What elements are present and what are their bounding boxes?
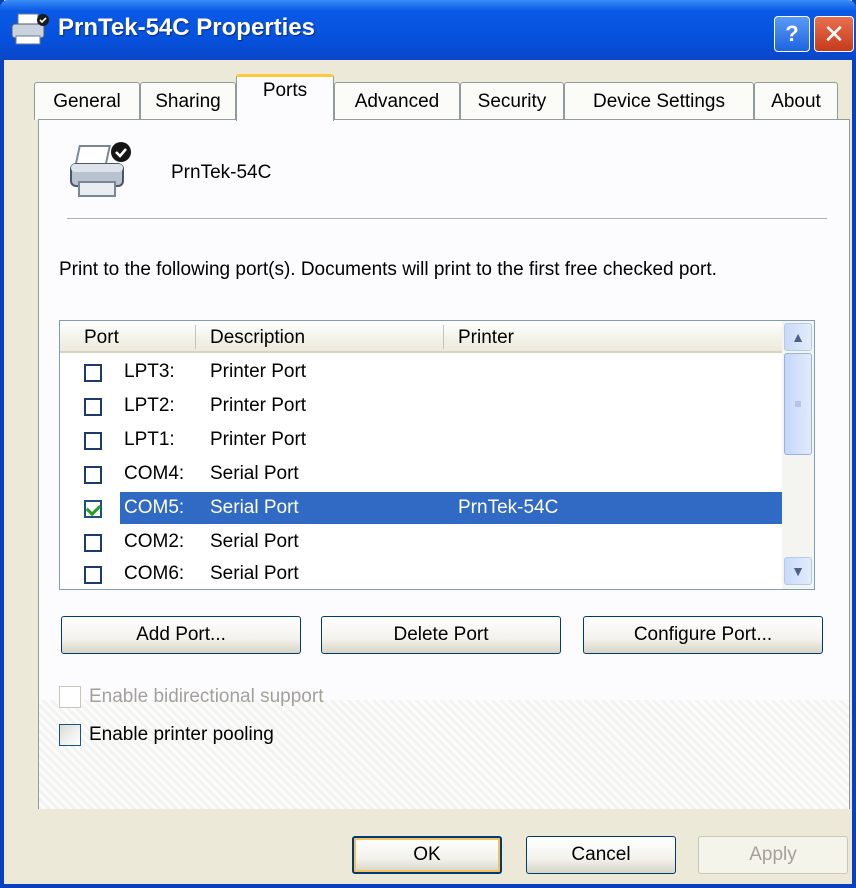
bidirectional-support-option[interactable]: Enable bidirectional support [59,686,324,708]
tab-sharing[interactable]: Sharing [140,82,236,120]
vertical-scrollbar[interactable]: ▲ ≡ ▼ [782,321,814,589]
bidirectional-label: Enable bidirectional support [89,686,324,707]
tab-about[interactable]: About [754,82,838,120]
tab-security[interactable]: Security [460,82,564,120]
port-cell: LPT1: [124,429,175,450]
column-header-description[interactable]: Description [210,327,305,349]
printer-icon [70,142,131,197]
configure-port-button[interactable]: Configure Port... [583,616,823,654]
description-cell: Serial Port [210,497,299,518]
description-cell: Printer Port [210,395,307,416]
port-cell: COM4: [124,463,185,484]
port-checkbox[interactable] [84,398,102,416]
port-cell: COM6: [124,563,185,584]
pooling-label: Enable printer pooling [89,724,274,745]
scrollbar-thumb[interactable]: ≡ [784,353,812,455]
port-checkbox-checked[interactable] [84,500,102,518]
port-checkbox[interactable] [84,566,102,584]
port-cell: LPT3: [124,361,175,382]
pooling-checkbox[interactable] [59,724,81,746]
scroll-down-icon[interactable]: ▼ [784,557,812,585]
bidirectional-checkbox[interactable] [59,686,81,708]
printer-name: PrnTek-54C [171,162,272,183]
column-separator[interactable] [443,325,444,349]
description-cell: Serial Port [210,563,299,584]
list-item[interactable]: COM4: Serial Port [60,457,782,491]
list-item[interactable]: LPT2: Printer Port [60,389,782,423]
description-cell: Serial Port [210,463,299,484]
port-checkbox[interactable] [84,432,102,450]
printer-icon [11,13,49,45]
apply-button[interactable]: Apply [698,836,848,874]
panel-texture [39,700,849,809]
close-button[interactable]: ✕ [814,16,854,52]
tab-device-settings[interactable]: Device Settings [564,82,754,120]
window-title: PrnTek-54C Properties [58,14,315,41]
delete-port-button[interactable]: Delete Port [321,616,561,654]
divider [67,218,827,219]
column-separator[interactable] [195,325,196,349]
port-cell: COM5: [124,497,185,518]
port-checkbox[interactable] [84,466,102,484]
description-cell: Printer Port [210,429,307,450]
port-cell: COM2: [124,531,185,552]
add-port-button[interactable]: Add Port... [61,616,301,654]
title-bar[interactable]: PrnTek-54C Properties ? ✕ [0,0,856,60]
list-item[interactable]: LPT3: Printer Port [60,355,782,389]
port-cell: LPT2: [124,395,175,416]
list-item[interactable]: COM2: Serial Port [60,525,782,559]
list-header: Port Description Printer [60,321,782,353]
port-checkbox[interactable] [84,534,102,552]
printer-pooling-option[interactable]: Enable printer pooling [59,724,274,746]
tab-advanced[interactable]: Advanced [334,82,460,120]
instructions-text: Print to the following port(s). Document… [59,259,717,280]
ports-tab-panel: PrnTek-54C Print to the following port(s… [38,119,850,809]
printer-cell: PrnTek-54C [458,497,559,518]
ok-button[interactable]: OK [352,836,502,874]
description-cell: Serial Port [210,531,299,552]
properties-window: PrnTek-54C Properties ? ✕ General Sharin… [0,0,856,888]
list-item-selected[interactable]: COM5: Serial Port PrnTek-54C [60,491,786,525]
cancel-button[interactable]: Cancel [526,836,676,874]
scroll-up-icon[interactable]: ▲ [784,323,812,351]
tab-general[interactable]: General [34,82,140,120]
list-item[interactable]: COM6: Serial Port [60,557,782,591]
column-header-printer[interactable]: Printer [458,327,514,349]
column-header-port[interactable]: Port [84,327,119,349]
ports-list[interactable]: Port Description Printer LPT3: Printer P… [59,320,815,590]
tab-ports[interactable]: Ports [236,74,334,121]
port-checkbox[interactable] [84,364,102,382]
list-item[interactable]: LPT1: Printer Port [60,423,782,457]
help-button[interactable]: ? [774,16,810,52]
description-cell: Printer Port [210,361,307,382]
